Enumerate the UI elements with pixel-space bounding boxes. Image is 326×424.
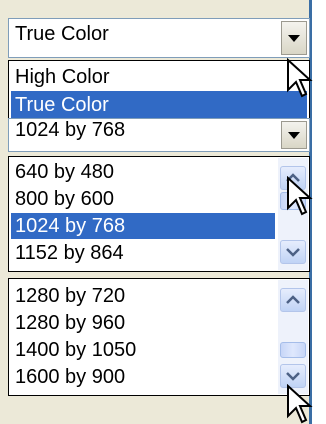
color-quality-dropdown-list: High Color True Color xyxy=(8,60,310,122)
resolution-dropdown-button[interactable] xyxy=(281,121,307,149)
chevron-down-icon xyxy=(288,132,300,139)
color-quality-value: True Color xyxy=(15,23,109,45)
list-item[interactable]: 1280 by 720 xyxy=(11,283,275,309)
resolution-listbox-2[interactable]: 1280 by 720 1280 by 960 1400 by 1050 160… xyxy=(8,278,310,396)
list-item[interactable]: 1152 by 864 xyxy=(11,240,275,266)
color-quality-combobox[interactable]: True Color xyxy=(8,18,310,58)
list-item[interactable]: 1400 by 1050 xyxy=(11,337,275,363)
mouse-pointer-icon xyxy=(287,58,313,98)
vertical-scrollbar[interactable] xyxy=(278,280,308,394)
dropdown-option-true-color[interactable]: True Color xyxy=(11,91,307,119)
chevron-down-icon xyxy=(288,35,300,42)
scroll-up-button[interactable] xyxy=(280,288,306,312)
list-item[interactable]: 800 by 600 xyxy=(11,186,275,212)
chevron-down-icon xyxy=(286,248,300,257)
scroll-down-button[interactable] xyxy=(280,240,306,264)
list-item[interactable]: 640 by 480 xyxy=(11,159,275,185)
resolution-value: 1024 by 768 xyxy=(15,119,126,141)
resolution-combobox[interactable]: 1024 by 768 xyxy=(8,118,310,152)
desktop-background xyxy=(312,0,326,424)
list-item[interactable]: 1600 by 900 xyxy=(11,364,275,390)
resolution-listbox-1[interactable]: 640 by 480 800 by 600 1024 by 768 1152 b… xyxy=(8,156,310,272)
scroll-thumb[interactable] xyxy=(280,342,306,358)
dropdown-option-high-color[interactable]: High Color xyxy=(11,63,307,91)
list-item-selected[interactable]: 1024 by 768 xyxy=(11,213,275,239)
list-item[interactable]: 1280 by 960 xyxy=(11,310,275,336)
mouse-pointer-icon xyxy=(287,176,313,216)
color-quality-dropdown-button[interactable] xyxy=(281,21,307,55)
mouse-pointer-icon xyxy=(287,384,313,424)
chevron-up-icon xyxy=(286,295,300,304)
chevron-down-icon xyxy=(286,372,300,381)
